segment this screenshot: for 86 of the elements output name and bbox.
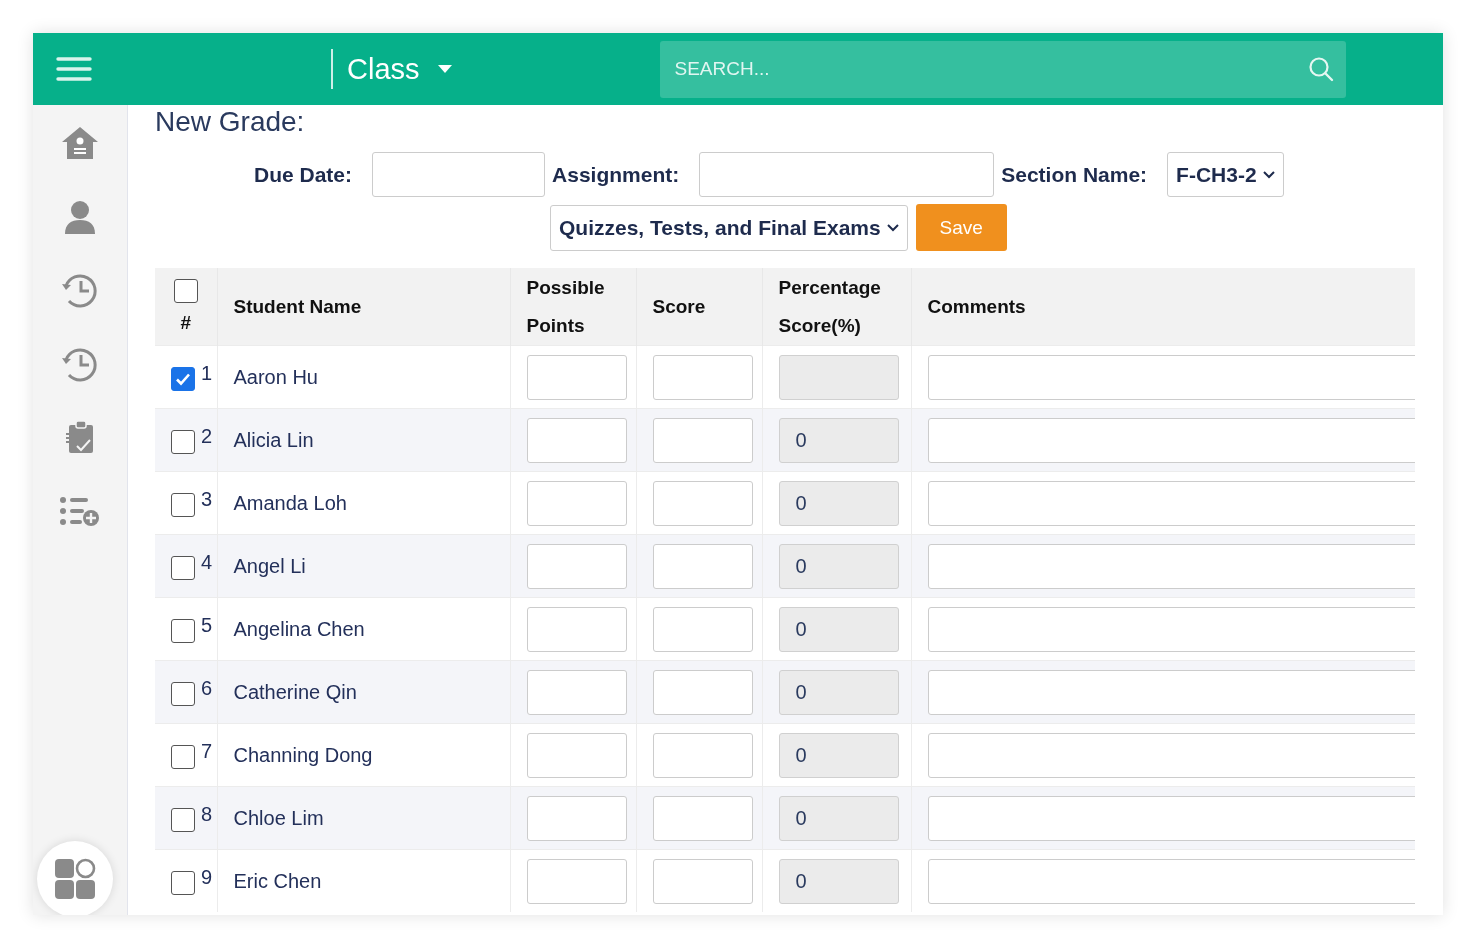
possible-points-field[interactable] bbox=[526, 354, 627, 400]
row-number: 7 bbox=[201, 741, 213, 761]
row-checkbox[interactable] bbox=[171, 871, 195, 895]
score-field[interactable] bbox=[652, 732, 753, 778]
row-checkbox[interactable] bbox=[171, 430, 195, 454]
column-header: Possible Points bbox=[526, 276, 605, 336]
row-number: 1 bbox=[201, 363, 213, 383]
student-name: Eric Chen bbox=[233, 869, 322, 892]
search-field[interactable]: SEARCH... bbox=[659, 40, 1346, 98]
row-number: 9 bbox=[201, 867, 213, 887]
field-label: Due Date: bbox=[254, 162, 353, 187]
percentage-field: 0 bbox=[778, 669, 899, 715]
menu-icon[interactable] bbox=[56, 56, 92, 82]
score-field[interactable] bbox=[652, 795, 753, 841]
score-field[interactable] bbox=[652, 543, 753, 589]
score-field[interactable] bbox=[652, 417, 753, 463]
student-name: Aaron Hu bbox=[233, 365, 318, 388]
row-checkbox[interactable] bbox=[171, 556, 195, 580]
check-icon bbox=[175, 371, 191, 387]
column-header: Comments bbox=[927, 295, 1026, 317]
percentage-field: 0 bbox=[778, 417, 899, 463]
student-name: Angel Li bbox=[233, 554, 306, 577]
comments-field[interactable] bbox=[927, 606, 1415, 652]
comments-field[interactable] bbox=[927, 354, 1415, 400]
caret-icon bbox=[437, 65, 452, 73]
student-name: Alicia Lin bbox=[233, 428, 314, 451]
row-checkbox[interactable] bbox=[171, 367, 195, 391]
possible-points-field[interactable] bbox=[526, 606, 627, 652]
student-name: Angelina Chen bbox=[233, 617, 365, 640]
row-checkbox[interactable] bbox=[171, 745, 195, 769]
score-field[interactable] bbox=[652, 858, 753, 904]
comments-field[interactable] bbox=[927, 543, 1415, 589]
possible-points-field[interactable] bbox=[526, 480, 627, 526]
possible-points-field[interactable] bbox=[526, 858, 627, 904]
student-name: Catherine Qin bbox=[233, 680, 357, 703]
student-name: Chloe Lim bbox=[233, 806, 324, 829]
comments-field[interactable] bbox=[927, 858, 1415, 904]
possible-points-field[interactable] bbox=[526, 417, 627, 463]
apps-icon bbox=[54, 858, 96, 900]
row-checkbox[interactable] bbox=[171, 808, 195, 832]
column-header: # bbox=[180, 310, 192, 335]
search-icon[interactable] bbox=[1307, 55, 1334, 82]
row-number: 8 bbox=[201, 804, 213, 824]
percentage-field: 0 bbox=[778, 606, 899, 652]
score-field[interactable] bbox=[652, 669, 753, 715]
field-label: Assignment: bbox=[552, 162, 680, 187]
percentage-field: 0 bbox=[778, 858, 899, 904]
possible-points-field[interactable] bbox=[526, 543, 627, 589]
assignment-field[interactable] bbox=[699, 152, 995, 197]
row-number: 5 bbox=[201, 615, 213, 635]
row-checkbox[interactable] bbox=[171, 493, 195, 517]
possible-points-field[interactable] bbox=[526, 669, 627, 715]
row-number: 2 bbox=[201, 426, 213, 446]
score-field[interactable] bbox=[652, 606, 753, 652]
row-number: 6 bbox=[201, 678, 213, 698]
student-name: Channing Dong bbox=[233, 743, 373, 766]
row-number: 3 bbox=[201, 489, 213, 509]
due-date-field[interactable] bbox=[372, 152, 546, 197]
percentage-field: 0 bbox=[778, 543, 899, 589]
chevron-icon bbox=[886, 223, 899, 232]
student-name: Amanda Loh bbox=[233, 491, 347, 514]
column-header: Student Name bbox=[233, 295, 362, 317]
percentage-field: 0 bbox=[778, 795, 899, 841]
page-title: New Grade: bbox=[155, 105, 306, 139]
apps-button[interactable] bbox=[37, 841, 113, 915]
section-dropdown[interactable]: F-CH3-2 bbox=[1167, 152, 1284, 197]
column-header: Percentage Score(%) bbox=[778, 276, 881, 336]
comments-field[interactable] bbox=[927, 732, 1415, 778]
comments-field[interactable] bbox=[927, 417, 1415, 463]
select-all-checkbox[interactable] bbox=[173, 278, 198, 303]
row-checkbox[interactable] bbox=[171, 619, 195, 643]
comments-field[interactable] bbox=[927, 480, 1415, 526]
column-header: Score bbox=[652, 295, 706, 317]
field-label: Section Name: bbox=[1001, 162, 1148, 187]
comments-field[interactable] bbox=[927, 669, 1415, 715]
category-dropdown[interactable]: Quizzes, Tests, and Final Exams bbox=[550, 204, 908, 251]
comments-field[interactable] bbox=[927, 795, 1415, 841]
possible-points-field[interactable] bbox=[526, 795, 627, 841]
percentage-field: 0 bbox=[778, 480, 899, 526]
score-field[interactable] bbox=[652, 354, 753, 400]
row-checkbox[interactable] bbox=[171, 682, 195, 706]
percentage-field: 0 bbox=[778, 732, 899, 778]
chevron-icon bbox=[1262, 170, 1275, 179]
row-number: 4 bbox=[201, 552, 213, 572]
possible-points-field[interactable] bbox=[526, 732, 627, 778]
score-field[interactable] bbox=[652, 480, 753, 526]
